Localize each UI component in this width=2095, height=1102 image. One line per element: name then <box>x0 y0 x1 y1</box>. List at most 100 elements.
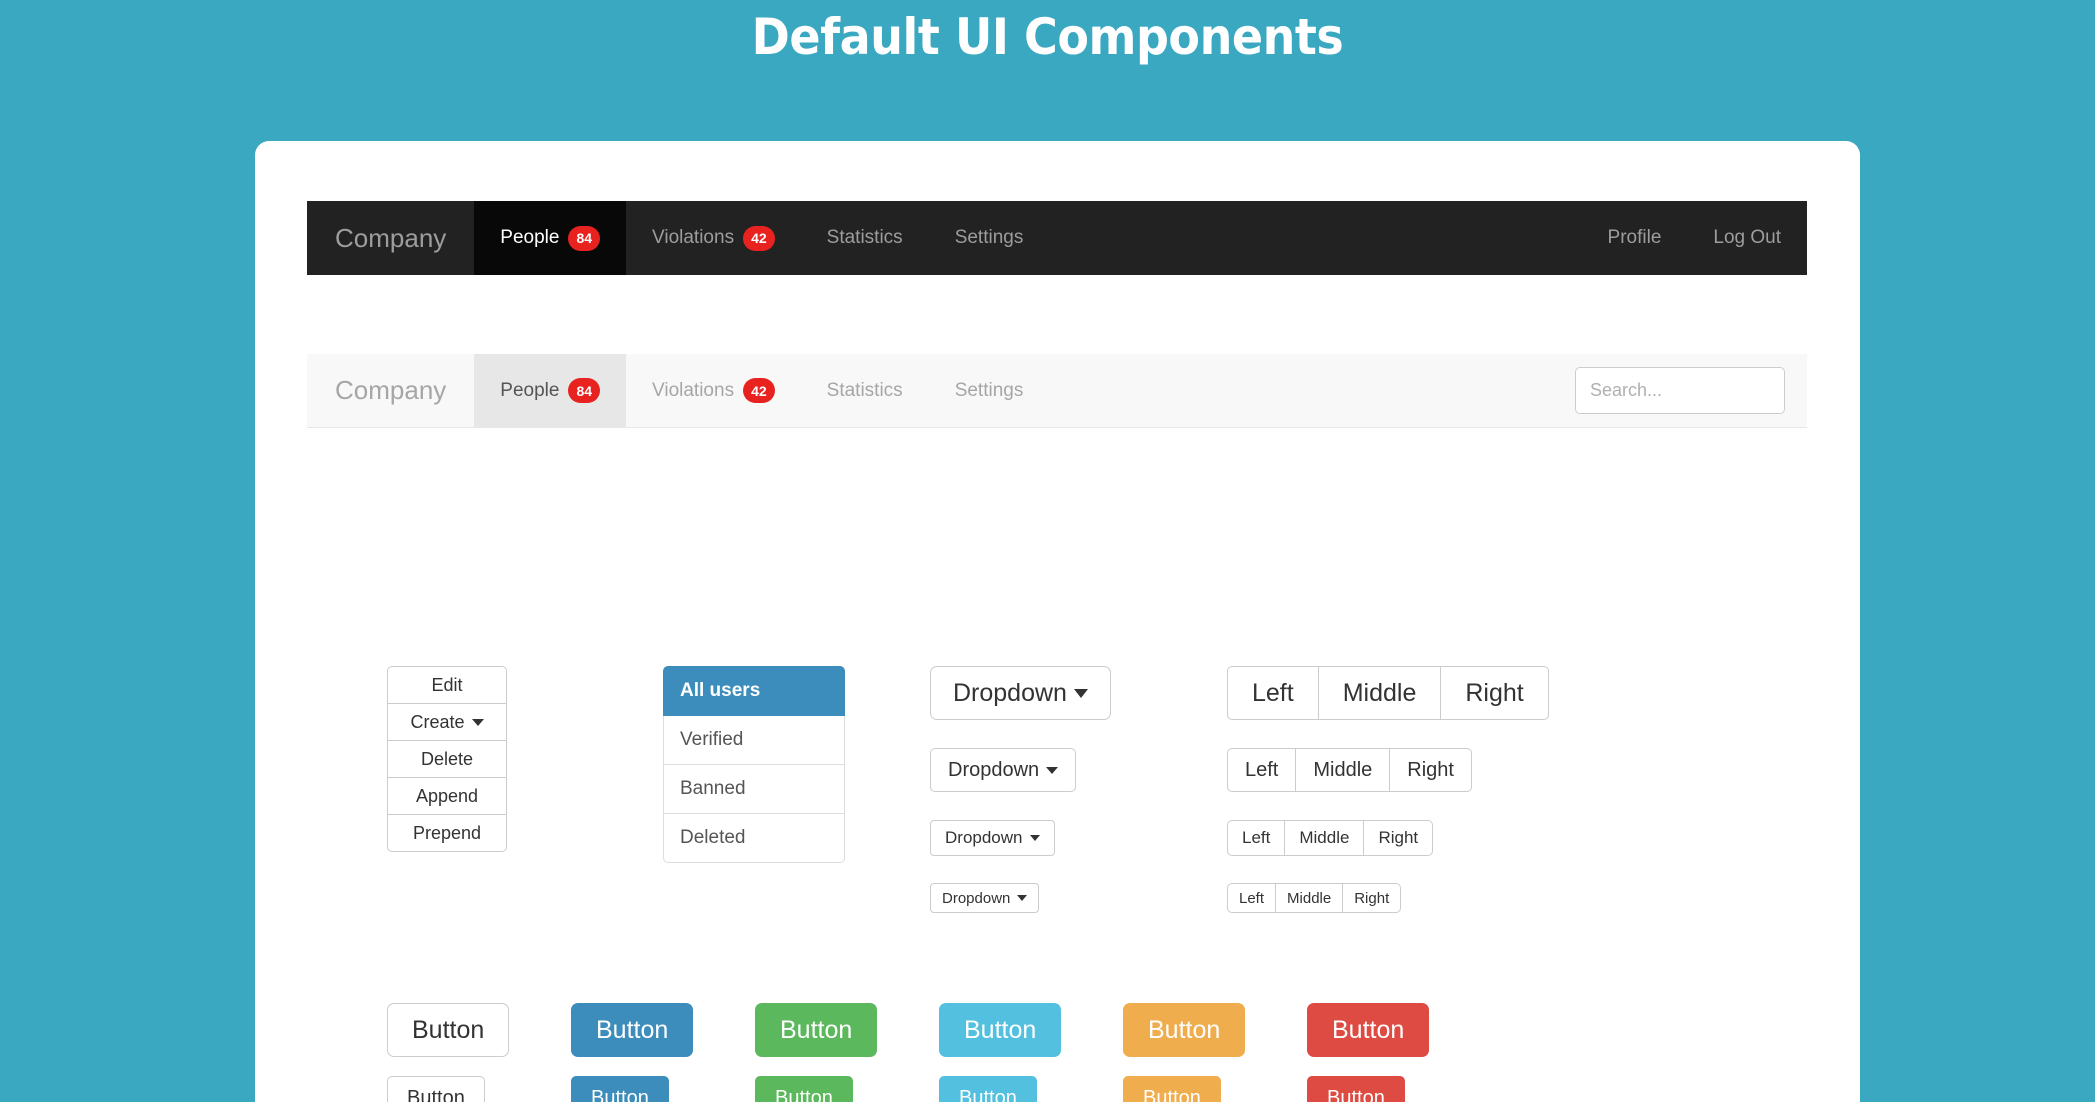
button-large-warning[interactable]: Button <box>1123 1003 1246 1057</box>
caret-down-icon <box>1029 835 1040 841</box>
navbar-light-item-violations-label: Violations <box>652 379 735 401</box>
dropdown-stack: Dropdown Dropdown Dropdown Dropdown <box>930 666 1111 913</box>
button-group-large: Left Middle Right <box>1227 666 1549 720</box>
horizontal-button-group-column: Left Middle Right Left Middle Right Left… <box>1227 666 1549 913</box>
button-group-default-left[interactable]: Left <box>1227 748 1297 792</box>
navbar-light-item-violations[interactable]: Violations 42 <box>626 354 801 427</box>
button-default-primary[interactable]: Button <box>571 1076 669 1102</box>
navbar-light-item-statistics[interactable]: Statistics <box>801 354 929 427</box>
append-button-label: Append <box>415 785 479 806</box>
navbar-dark-item-statistics-label: Statistics <box>826 227 903 248</box>
button-cell: Button <box>387 1003 571 1057</box>
button-row-default: Button Button Button Button Button Butto… <box>387 1076 1491 1102</box>
button-cell: Button <box>939 1003 1123 1057</box>
navbar-dark-item-statistics[interactable]: Statistics <box>801 201 929 275</box>
navbar-dark-item-violations-label: Violations <box>652 227 735 248</box>
navbar-dark-item-people-badge: 84 <box>568 225 601 251</box>
list-item-banned[interactable]: Banned <box>663 765 845 814</box>
button-group-small-middle[interactable]: Middle <box>1284 820 1365 856</box>
navbar-light-brand[interactable]: Company <box>307 354 474 427</box>
create-dropdown-button-label: Create <box>410 711 465 732</box>
caret-down-icon <box>1017 895 1028 901</box>
dropdown-button-small[interactable]: Dropdown <box>930 820 1055 856</box>
list-item-all-users[interactable]: All users <box>663 666 845 716</box>
navbar-dark-item-settings[interactable]: Settings <box>929 201 1050 275</box>
list-item-deleted[interactable]: Deleted <box>663 814 845 863</box>
button-group-large-middle[interactable]: Middle <box>1317 666 1442 720</box>
button-cell: Button <box>1123 1076 1307 1102</box>
button-large-default[interactable]: Button <box>387 1003 510 1057</box>
button-cell: Button <box>755 1076 939 1102</box>
search-input[interactable] <box>1575 367 1785 414</box>
navbar-dark-left: Company People 84 Violations 42 Statisti… <box>307 201 1049 275</box>
button-default-danger[interactable]: Button <box>1307 1076 1405 1102</box>
navbar-light-item-settings[interactable]: Settings <box>929 354 1050 427</box>
button-group-extra-small-left[interactable]: Left <box>1227 883 1277 913</box>
button-group-default: Left Middle Right <box>1227 748 1472 792</box>
dropdown-button-extra-small[interactable]: Dropdown <box>930 883 1040 913</box>
navbar-light-item-people-badge: 84 <box>568 378 601 403</box>
button-cell: Button <box>939 1076 1123 1102</box>
button-row-large: Button Button Button Button Button Butto… <box>387 1003 1491 1057</box>
dropdown-button-extra-small-label: Dropdown <box>942 889 1011 907</box>
button-group-default-right[interactable]: Right <box>1389 748 1472 792</box>
button-large-info[interactable]: Button <box>939 1003 1062 1057</box>
button-cell: Button <box>1123 1003 1307 1057</box>
button-group-small-right[interactable]: Right <box>1363 820 1434 856</box>
caret-down-icon <box>1046 766 1059 774</box>
button-default-success[interactable]: Button <box>755 1076 853 1102</box>
button-default-default[interactable]: Button <box>387 1076 485 1102</box>
prepend-button[interactable]: Prepend <box>387 814 507 852</box>
navbar-light-item-people[interactable]: People 84 <box>474 354 627 427</box>
button-group-extra-small-right[interactable]: Right <box>1342 883 1402 913</box>
dropdown-button-large-label: Dropdown <box>953 678 1067 707</box>
button-large-danger[interactable]: Button <box>1307 1003 1430 1057</box>
navbar-dark-right: Profile Log Out <box>1582 201 1807 275</box>
vertical-button-group-column: Edit Create Delete Append Prepend <box>387 666 507 852</box>
edit-button-label: Edit <box>431 674 463 695</box>
dropdown-column: Dropdown Dropdown Dropdown Dropdown <box>930 666 1111 913</box>
user-filter-list-group: All users Verified Banned Deleted <box>663 666 845 863</box>
button-large-success[interactable]: Button <box>755 1003 878 1057</box>
button-cell: Button <box>571 1076 755 1102</box>
button-large-primary[interactable]: Button <box>571 1003 694 1057</box>
button-default-warning[interactable]: Button <box>1123 1076 1221 1102</box>
button-group-extra-small: Left Middle Right <box>1227 883 1402 913</box>
vertical-button-group: Edit Create Delete Append Prepend <box>387 666 507 852</box>
create-dropdown-button[interactable]: Create <box>387 703 507 741</box>
caret-down-icon <box>471 718 484 726</box>
dropdown-button-small-label: Dropdown <box>945 828 1023 847</box>
button-group-extra-small-middle[interactable]: Middle <box>1275 883 1344 913</box>
prepend-button-label: Prepend <box>412 822 482 843</box>
button-matrix: Button Button Button Button Button Butto… <box>387 1003 1491 1102</box>
navbar-light-left: Company People 84 Violations 42 Statisti… <box>307 354 1049 427</box>
navbar-dark-item-logout[interactable]: Log Out <box>1687 201 1807 275</box>
button-group-default-middle[interactable]: Middle <box>1295 748 1391 792</box>
dropdown-button-default[interactable]: Dropdown <box>930 748 1077 792</box>
button-cell: Button <box>1307 1003 1491 1057</box>
list-item-verified[interactable]: Verified <box>663 716 845 765</box>
button-group-large-left[interactable]: Left <box>1227 666 1319 720</box>
delete-button[interactable]: Delete <box>387 740 507 778</box>
components-card: Company People 84 Violations 42 Statisti… <box>255 141 1860 1102</box>
navbar-dark-item-logout-label: Log Out <box>1713 227 1781 248</box>
navbar-light-item-people-label: People <box>500 379 560 401</box>
navbar-dark-item-profile-label: Profile <box>1607 227 1662 248</box>
navbar-dark-item-settings-label: Settings <box>954 227 1024 248</box>
navbar-dark-item-violations[interactable]: Violations 42 <box>626 201 801 275</box>
navbar-light-item-settings-label: Settings <box>954 379 1024 401</box>
button-group-small-left[interactable]: Left <box>1227 820 1286 856</box>
button-cell: Button <box>387 1076 571 1102</box>
navbar-dark: Company People 84 Violations 42 Statisti… <box>307 201 1807 275</box>
navbar-dark-item-profile[interactable]: Profile <box>1582 201 1688 275</box>
edit-button[interactable]: Edit <box>387 666 507 704</box>
navbar-dark-brand[interactable]: Company <box>307 201 474 275</box>
button-default-info[interactable]: Button <box>939 1076 1037 1102</box>
dropdown-button-default-label: Dropdown <box>948 758 1040 781</box>
navbar-dark-item-people[interactable]: People 84 <box>474 201 627 275</box>
button-group-large-right[interactable]: Right <box>1440 666 1549 720</box>
append-button[interactable]: Append <box>387 777 507 815</box>
components-row: Edit Create Delete Append Prepend All us… <box>255 666 1860 956</box>
delete-button-label: Delete <box>420 748 474 769</box>
dropdown-button-large[interactable]: Dropdown <box>930 666 1111 720</box>
